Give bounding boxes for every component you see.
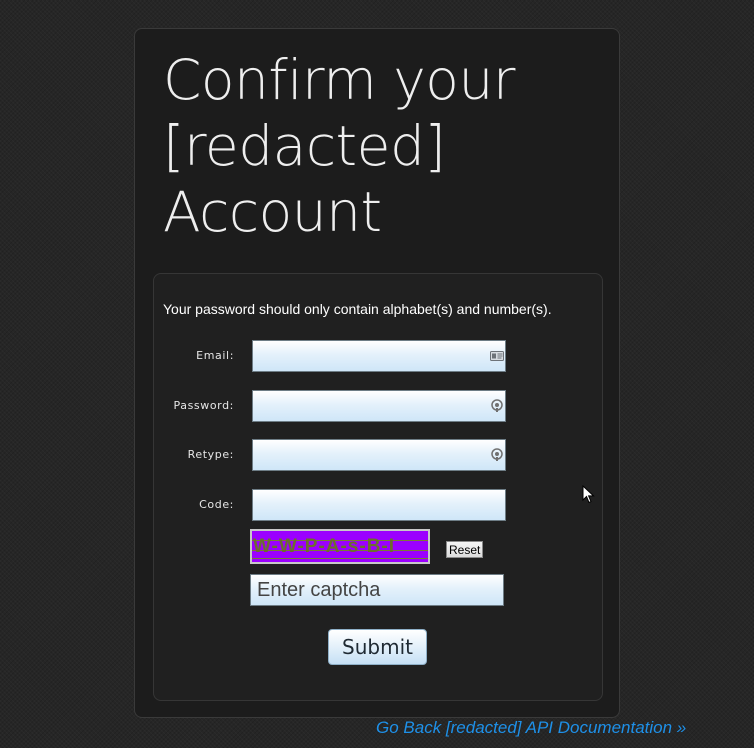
email-label: Email: [196, 349, 234, 362]
confirm-account-card: Confirm your [redacted] Account Your pas… [134, 28, 620, 718]
page-title: Confirm your [redacted] Account [163, 48, 515, 244]
code-label: Code: [199, 498, 234, 511]
captcha-reset-button[interactable]: Reset [446, 541, 484, 558]
password-field[interactable] [252, 390, 506, 422]
email-field[interactable] [252, 340, 506, 372]
retype-password-field[interactable] [252, 439, 506, 471]
back-to-api-docs-link[interactable]: Go Back [redacted] API Documentation » [376, 718, 686, 738]
captcha-image: W-W-P-A-s-B-I [250, 529, 430, 564]
captcha-text: W-W-P-A-s-B-I [253, 536, 396, 557]
mouse-cursor-icon [582, 485, 595, 504]
registration-form: Your password should only contain alphab… [153, 273, 603, 701]
captcha-input[interactable] [250, 574, 504, 606]
password-hint: Your password should only contain alphab… [163, 301, 552, 317]
captcha-noise-line [252, 558, 428, 559]
retype-label: Retype: [187, 448, 234, 461]
code-field[interactable] [252, 489, 506, 521]
submit-button[interactable]: Submit [328, 629, 427, 665]
password-label: Password: [173, 399, 234, 412]
